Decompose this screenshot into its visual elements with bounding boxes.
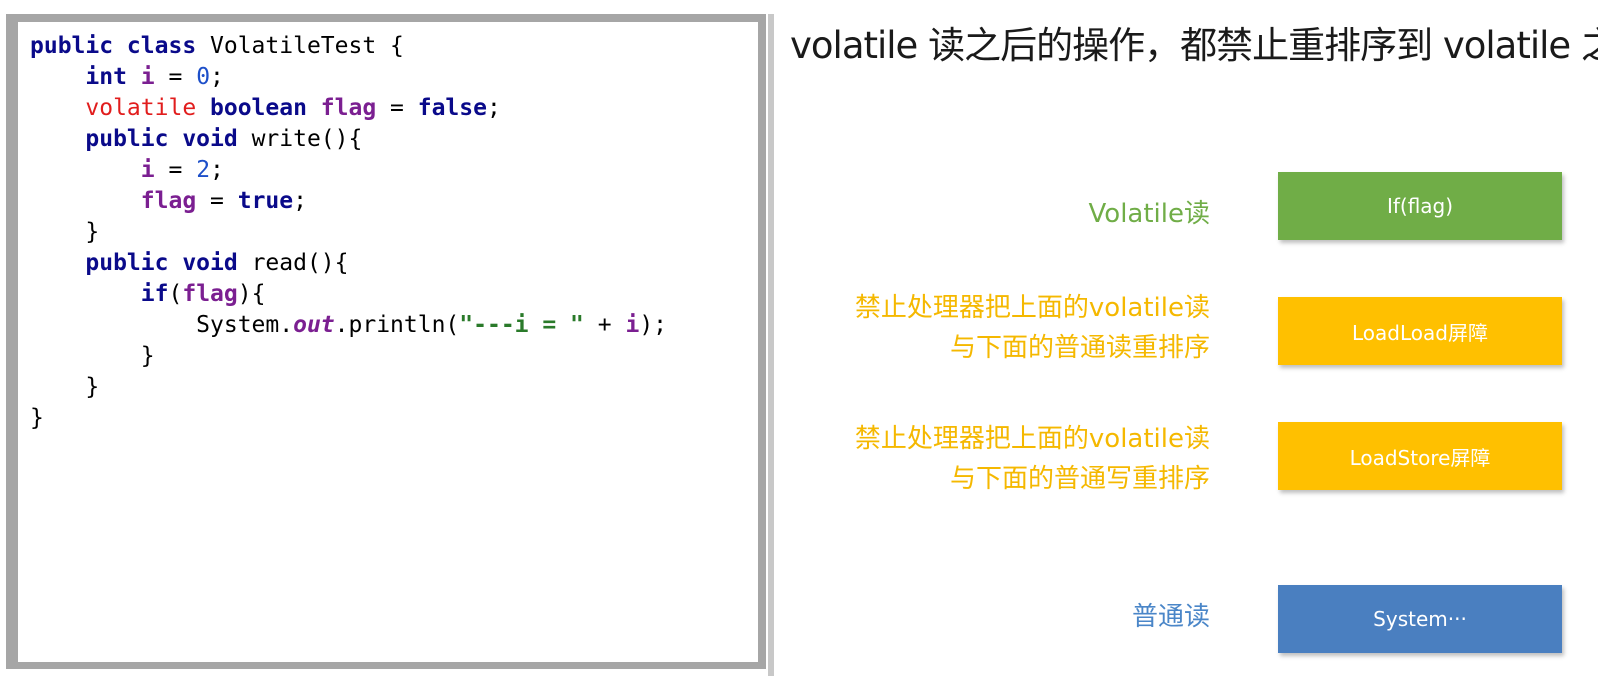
row-label-loadstore: 禁止处理器把上面的volatile读 与下面的普通写重排序 (855, 419, 1210, 499)
diagram-title: volatile 读之后的操作，都禁止重排序到 volatile 之前 (790, 24, 1598, 67)
code-token: public class (30, 33, 211, 59)
code-token: + (583, 312, 626, 338)
code-token: ( (168, 281, 183, 307)
code-token: 0 (196, 64, 211, 90)
code-line: } (30, 372, 667, 403)
code-line: public void write(){ (30, 124, 667, 155)
code-token: ; (486, 95, 501, 121)
code-token: ; (293, 188, 307, 214)
panel-divider (768, 14, 774, 676)
code-token: ; (210, 157, 224, 183)
step-box-loadstore-barrier: LoadStore屏障 (1278, 422, 1562, 490)
code-token: if (140, 281, 169, 307)
code-token: VolatileTest { (210, 33, 404, 59)
code-token: int (85, 64, 141, 90)
step-box-loadload-barrier: LoadLoad屏障 (1278, 297, 1562, 365)
row-label-line: 与下面的普通读重排序 (949, 333, 1210, 363)
row-label-line: Volatile读 (1088, 199, 1210, 229)
row-label-line: 禁止处理器把上面的volatile读 (854, 424, 1210, 454)
row-label-line: 禁止处理器把上面的volatile读 (854, 293, 1210, 323)
code-token: = (376, 95, 418, 121)
code-token: flag (320, 95, 377, 121)
code-editor: public class VolatileTest { int i = 0; v… (18, 22, 758, 662)
code-token: write(){ (251, 126, 363, 152)
code-line: } (30, 403, 667, 434)
code-line: } (30, 217, 667, 248)
code-token: i (140, 157, 155, 183)
code-token: System. (30, 312, 294, 338)
code-token: 2 (196, 157, 211, 183)
code-line: public void read(){ (30, 248, 667, 279)
code-token: volatile (85, 95, 211, 121)
code-token: flag (182, 281, 238, 307)
code-line: } (30, 341, 667, 372)
code-token: } (30, 374, 100, 400)
code-token: flag (140, 188, 197, 214)
code-token: .println( (334, 312, 460, 338)
code-token: = (154, 64, 197, 90)
code-line: volatile boolean flag = false; (30, 93, 667, 124)
code-panel: public class VolatileTest { int i = 0; v… (6, 14, 766, 669)
row-label-volatile-read: Volatile读 (1089, 194, 1210, 234)
code-line: System.out.println("---i = " + i); (30, 310, 667, 341)
code-line: if(flag){ (30, 279, 667, 310)
code-token: = (196, 188, 238, 214)
code-block: public class VolatileTest { int i = 0; v… (30, 31, 667, 434)
code-token: true (237, 188, 294, 214)
code-token: boolean (210, 95, 321, 121)
code-line: flag = true; (30, 186, 667, 217)
code-token: i (625, 312, 640, 338)
code-token: public void (85, 126, 252, 152)
code-token: = (154, 157, 197, 183)
code-token: } (30, 405, 44, 431)
code-line: int i = 0; (30, 62, 667, 93)
code-token: "---i = " (459, 312, 584, 338)
code-token: false (417, 95, 487, 121)
row-label-normal-read: 普通读 (1132, 597, 1210, 637)
code-token: out (293, 312, 335, 338)
code-token: } (30, 219, 100, 245)
step-box-if-flag: If(flag) (1278, 172, 1562, 240)
code-token: ); (639, 312, 668, 338)
code-token: ){ (237, 281, 266, 307)
code-token: public void (85, 250, 252, 276)
row-label-loadload: 禁止处理器把上面的volatile读 与下面的普通读重排序 (855, 288, 1210, 368)
step-box-system: System··· (1278, 585, 1562, 653)
code-token: } (30, 343, 155, 369)
code-token: read(){ (251, 250, 349, 276)
code-line: public class VolatileTest { (30, 31, 667, 62)
row-label-line: 与下面的普通写重排序 (949, 464, 1210, 494)
code-token: i (140, 64, 155, 90)
code-token: ; (210, 64, 224, 90)
code-line: i = 2; (30, 155, 667, 186)
row-label-line: 普通读 (1131, 602, 1210, 632)
